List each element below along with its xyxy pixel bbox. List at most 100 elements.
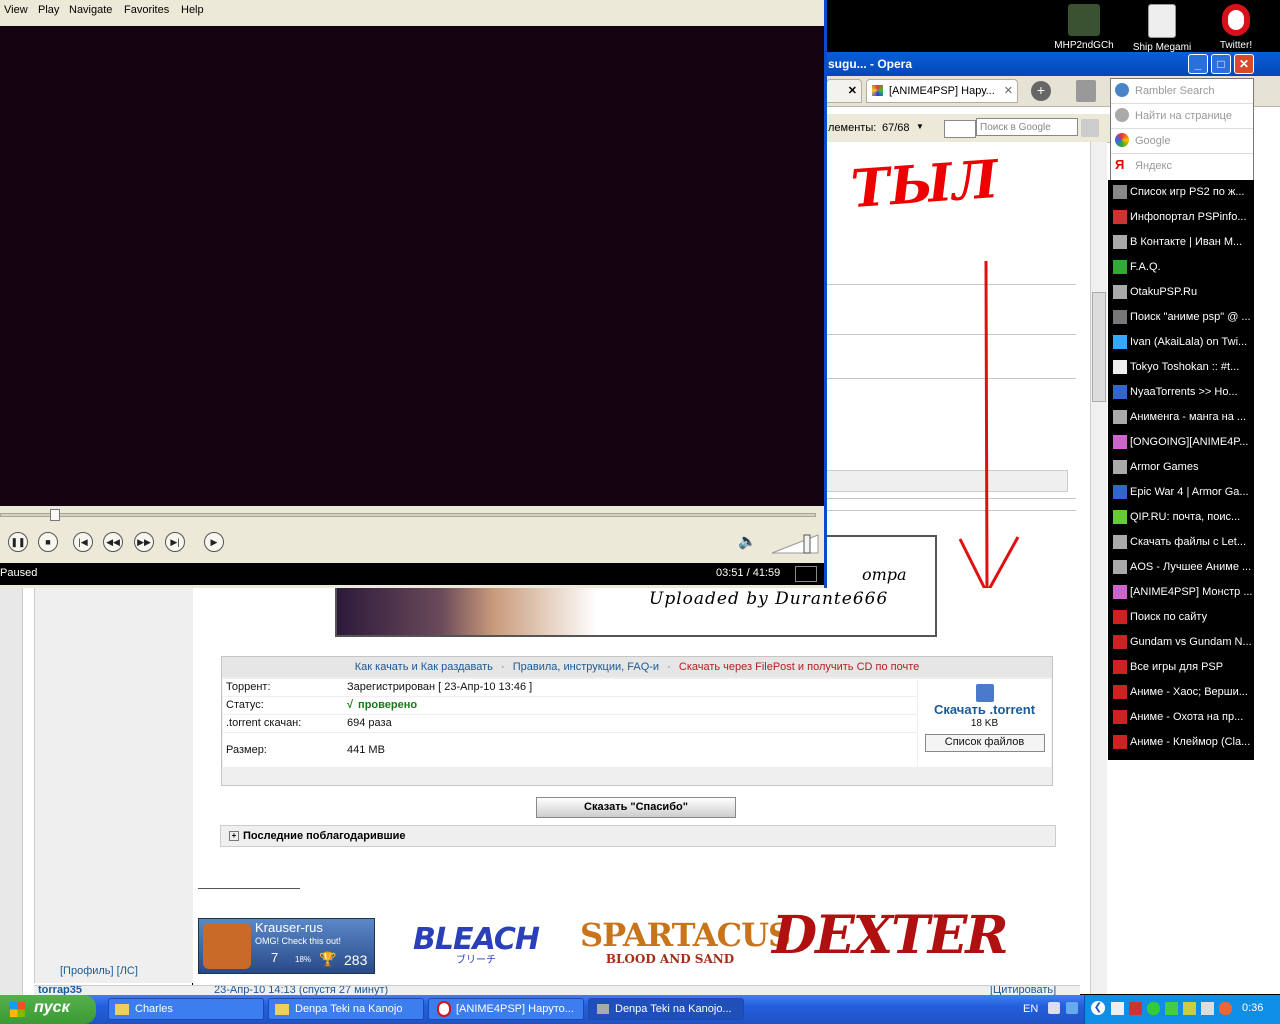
help-icon[interactable] [1048, 1002, 1060, 1014]
bookmark-item[interactable]: Аниме - Хаос; Верши... [1108, 680, 1254, 705]
taskbar-button-opera[interactable]: [ANIME4PSP] Наруто... [428, 998, 584, 1020]
floppy-disk-icon[interactable] [975, 684, 994, 702]
link-how-to[interactable]: Как качать и Как раздавать [355, 661, 493, 673]
bookmark-item[interactable]: AOS - Лучшее Аниме ... [1108, 555, 1254, 580]
speaker-icon[interactable]: 🔈 [738, 532, 757, 550]
tray-app-icon[interactable] [1183, 1002, 1196, 1015]
menu-favorites[interactable]: Favorites [124, 4, 169, 16]
minimize-button[interactable]: _ [1188, 54, 1208, 74]
bookmark-item[interactable]: Список игр PS2 по ж... [1108, 180, 1254, 205]
tray-app-icon[interactable] [1165, 1002, 1178, 1015]
stop-button[interactable]: ■ [38, 532, 58, 552]
bookmark-item[interactable]: Поиск "аниме psp" @ ... [1108, 305, 1254, 330]
bookmark-item[interactable]: F.A.Q. [1108, 255, 1254, 280]
search-engine-yandex[interactable]: Я Яндекс [1111, 154, 1253, 178]
language-indicator[interactable]: EN [1023, 1003, 1038, 1015]
menu-help[interactable]: Help [181, 4, 204, 16]
tray-app-icon[interactable] [1219, 1002, 1232, 1015]
expand-icon[interactable]: + [229, 831, 239, 842]
desktop-icon-mhp[interactable]: MHP2ndGCh [1046, 0, 1122, 51]
bookmark-item[interactable]: [ANIME4PSP] Монстр ... [1108, 580, 1254, 605]
profile-links[interactable]: [Профиль] [ЛС] [60, 965, 138, 977]
bookmark-label: [ONGOING][ANIME4P... [1130, 436, 1249, 448]
taskbar-button-media-player[interactable]: Denpa Teki na Kanojo... [588, 998, 744, 1020]
desktop-icon[interactable] [1066, 1002, 1078, 1014]
new-tab-button[interactable]: + [1031, 81, 1051, 101]
frame-step-button[interactable]: ▶ [204, 532, 224, 552]
bookmark-favicon-icon [1113, 585, 1127, 600]
volume-handle[interactable] [803, 534, 811, 554]
seek-handle[interactable] [50, 509, 60, 521]
bookmark-item[interactable]: Все игры для PSP [1108, 655, 1254, 680]
system-tray: ❮ 0:36 [1084, 995, 1280, 1024]
desktop-icon-ship-megami[interactable]: Ship Megami [1124, 0, 1200, 53]
google-search-engine-icon[interactable] [944, 120, 976, 138]
menu-play[interactable]: Play [38, 4, 59, 16]
bookmark-item[interactable]: Аниме - Клеймор (Cla... [1108, 730, 1254, 755]
trash-icon[interactable] [1076, 80, 1096, 102]
bookmark-item[interactable]: Инфопортал PSPinfo... [1108, 205, 1254, 230]
media-player-window: View Play Navigate Favorites Help ❚❚ ■ |◀ ◀◀… [0, 0, 827, 588]
tray-app-icon[interactable] [1111, 1002, 1124, 1015]
bookmark-item[interactable]: Epic War 4 | Armor Ga... [1108, 480, 1254, 505]
sig-trophies: 283 [344, 952, 368, 968]
bookmark-item[interactable]: Gundam vs Gundam N... [1108, 630, 1254, 655]
close-button[interactable]: ✕ [1234, 54, 1254, 74]
search-engine-google[interactable]: Google [1111, 129, 1253, 154]
close-icon[interactable]: ✕ [1004, 84, 1013, 97]
scrollbar-thumb[interactable] [1092, 292, 1106, 402]
search-icon[interactable] [1081, 119, 1099, 137]
close-icon[interactable]: ✕ [848, 84, 857, 97]
volume-icon[interactable] [1201, 1002, 1214, 1015]
bookmark-item[interactable]: QIP.RU: почта, поис... [1108, 505, 1254, 530]
search-engine-rambler[interactable]: Rambler Search [1111, 79, 1253, 104]
opera-title-bar[interactable]: sugu... - Opera _ □ ✕ [826, 52, 1280, 76]
fast-forward-button[interactable]: ▶▶ [134, 532, 154, 552]
opera-toolbar: лементы: 67/68 ▼ Поиск в Google [826, 114, 1111, 143]
tray-expand-icon[interactable]: ❮ [1091, 1001, 1105, 1015]
bookmark-label: F.A.Q. [1130, 261, 1161, 273]
tab-anime4psp[interactable]: [ANIME4PSP] Нару... ✕ [866, 79, 1018, 103]
search-engine-find-in-page[interactable]: Найти на странице [1111, 104, 1253, 129]
volume-slider[interactable] [770, 533, 820, 555]
bookmark-item[interactable]: [ONGOING][ANIME4P... [1108, 430, 1254, 455]
bookmark-item[interactable]: Аниме - Охота на пр... [1108, 705, 1254, 730]
elements-label: лементы: [828, 122, 877, 134]
bookmark-item[interactable]: OtakuPSP.Ru [1108, 280, 1254, 305]
chevron-down-icon[interactable]: ▼ [916, 122, 924, 131]
thanks-button[interactable]: Сказать "Спасибо" [536, 797, 736, 818]
thanked-section[interactable]: + Последние поблагодарившие [220, 825, 1056, 847]
tray-app-icon[interactable] [1129, 1002, 1142, 1015]
bookmark-item[interactable]: Armor Games [1108, 455, 1254, 480]
link-filepost[interactable]: Скачать через FilePost и получить CD по … [679, 661, 919, 673]
previous-button[interactable]: |◀ [73, 532, 93, 552]
taskbar-button-folder-denpa[interactable]: Denpa Teki na Kanojo [268, 998, 424, 1020]
signature-card[interactable]: Krauser-rus OMG! Check this out! 7 18% 🏆… [198, 918, 375, 974]
scrollbar[interactable] [1090, 142, 1107, 994]
file-list-button[interactable]: Список файлов [924, 734, 1045, 752]
link-rules[interactable]: Правила, инструкции, FAQ-и [513, 661, 659, 673]
desktop-icon-twitter[interactable]: Twitter! [1198, 0, 1274, 51]
next-button[interactable]: ▶| [165, 532, 185, 552]
bookmark-item[interactable]: Tokyo Toshokan :: #t... [1108, 355, 1254, 380]
qip-icon[interactable] [1147, 1002, 1160, 1015]
pause-button[interactable]: ❚❚ [8, 532, 28, 552]
clock[interactable]: 0:36 [1242, 1002, 1263, 1014]
menu-view[interactable]: View [4, 4, 28, 16]
bookmark-item[interactable]: Анименга - манга на ... [1108, 405, 1254, 430]
bookmark-item[interactable]: Ivan (AkaiLala) on Twi... [1108, 330, 1254, 355]
search-input[interactable]: Поиск в Google [976, 118, 1078, 136]
download-torrent-link[interactable]: Скачать .torrent [918, 702, 1051, 718]
menu-navigate[interactable]: Navigate [69, 4, 112, 16]
rewind-button[interactable]: ◀◀ [103, 532, 123, 552]
start-button[interactable]: пуск [0, 995, 96, 1024]
bookmark-item[interactable]: Поиск по сайту [1108, 605, 1254, 630]
taskbar-button-charles[interactable]: Charles [108, 998, 264, 1020]
seek-bar[interactable] [0, 509, 816, 521]
bookmark-item[interactable]: NyaaTorrents >> Ho... [1108, 380, 1254, 405]
video-area[interactable] [0, 26, 824, 506]
bookmark-item[interactable]: В Контакте | Иван М... [1108, 230, 1254, 255]
bookmark-item[interactable]: Скачать файлы с Let... [1108, 530, 1254, 555]
tab-previous[interactable]: ✕ [826, 79, 862, 103]
maximize-button[interactable]: □ [1211, 54, 1231, 74]
